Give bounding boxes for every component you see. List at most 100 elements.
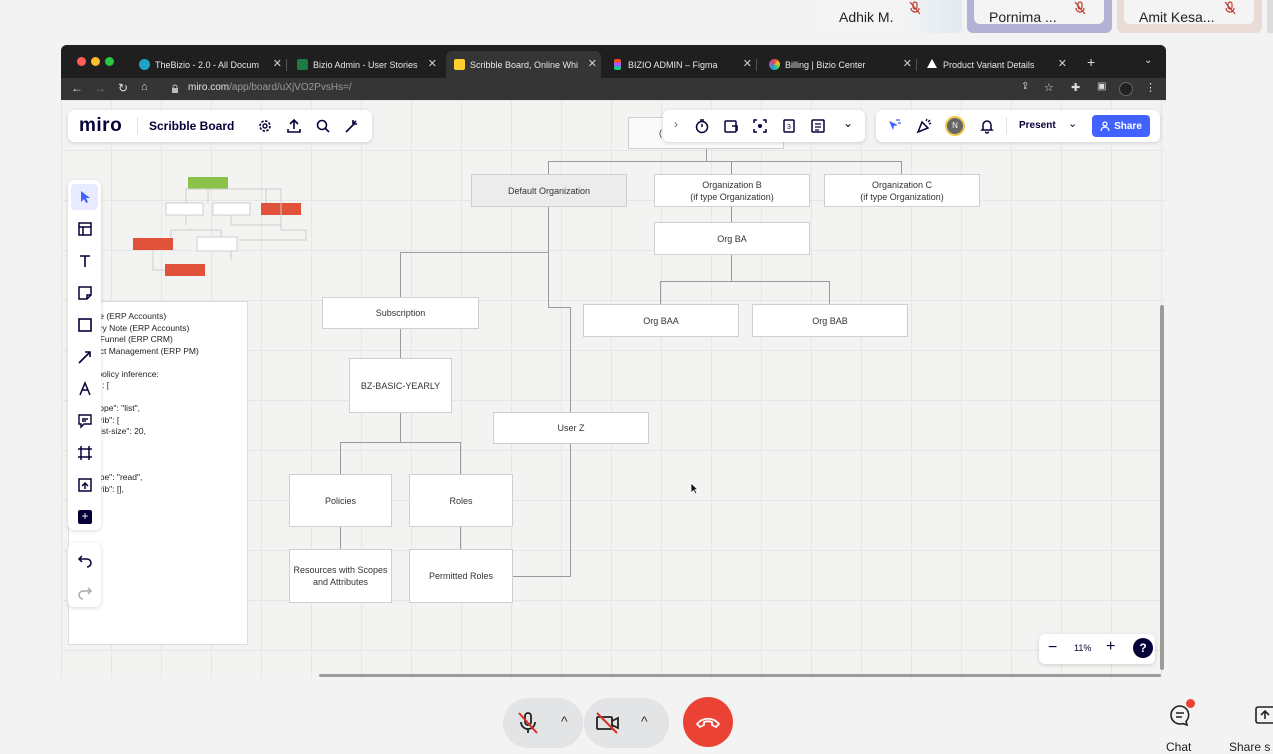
- close-tab-icon[interactable]: ✕: [903, 57, 912, 70]
- vertical-scrollbar[interactable]: [1160, 305, 1164, 670]
- diagram-node-resources[interactable]: Resources with Scopes and Attributes: [289, 549, 392, 603]
- diagram-node-subscription[interactable]: Subscription: [322, 297, 479, 329]
- diagram-node-user-z[interactable]: User Z: [493, 412, 649, 444]
- camera-options-chevron-icon[interactable]: ^: [641, 713, 648, 729]
- diagram-node-permitted-roles[interactable]: Permitted Roles: [409, 549, 513, 603]
- share-page-icon[interactable]: ⇪: [1021, 81, 1029, 92]
- help-button[interactable]: ?: [1133, 638, 1153, 658]
- present-button[interactable]: Present: [1019, 120, 1056, 131]
- comment-icon[interactable]: [77, 413, 93, 429]
- connector: [400, 413, 401, 443]
- notes-list-icon[interactable]: [810, 118, 826, 134]
- close-tab-icon[interactable]: ✕: [273, 57, 282, 70]
- zoom-in-button[interactable]: +: [1106, 638, 1115, 656]
- connector: [731, 207, 732, 222]
- reload-icon[interactable]: ↻: [118, 81, 128, 95]
- diagram-node-roles[interactable]: Roles: [409, 474, 513, 527]
- participant-tile[interactable]: Amit Kesa...: [1117, 0, 1262, 33]
- shape-tool-icon[interactable]: [77, 317, 93, 333]
- settings-gear-icon[interactable]: [257, 118, 273, 134]
- share-screen-icon[interactable]: [1255, 705, 1273, 725]
- browser-tab[interactable]: Billing | Bizio Center ✕: [761, 51, 917, 78]
- undo-icon[interactable]: [77, 552, 93, 568]
- node-label: Org BAB: [812, 315, 848, 326]
- redo-icon[interactable]: [77, 584, 93, 600]
- upload-file-icon[interactable]: [77, 477, 93, 493]
- forward-arrow-icon[interactable]: →: [94, 81, 106, 95]
- frame-tool-icon[interactable]: [77, 445, 93, 461]
- connection-line-icon[interactable]: [77, 349, 93, 365]
- card-counter-icon[interactable]: 3: [781, 118, 797, 134]
- celebrate-icon[interactable]: [916, 118, 932, 134]
- connector: [660, 281, 661, 304]
- extensions-puzzle-icon[interactable]: ✚: [1071, 81, 1080, 94]
- miro-board-canvas[interactable]: ( Default Organization Organization B (i…: [61, 100, 1166, 678]
- focus-frame-icon[interactable]: [752, 118, 768, 134]
- close-window-button[interactable]: [77, 57, 86, 66]
- chat-label[interactable]: Chat: [1166, 740, 1191, 754]
- expand-chevron-icon[interactable]: ›: [674, 117, 678, 131]
- close-tab-icon[interactable]: ✕: [588, 57, 597, 70]
- browser-tab-active[interactable]: Scribble Board, Online Whi ✕: [446, 51, 601, 78]
- connector: [340, 442, 461, 443]
- board-title[interactable]: Scribble Board: [149, 119, 234, 133]
- mic-options-chevron-icon[interactable]: ^: [561, 713, 568, 729]
- diagram-node-organization-c[interactable]: Organization C (if type Organization): [824, 174, 980, 207]
- diagram-node-policies[interactable]: Policies: [289, 474, 392, 527]
- user-avatar[interactable]: N: [945, 116, 965, 136]
- text-tool-icon[interactable]: [77, 253, 93, 269]
- sidebar-toggle-icon[interactable]: ▣: [1097, 81, 1106, 92]
- notifications-bell-icon[interactable]: [979, 118, 995, 134]
- voting-icon[interactable]: [723, 118, 739, 134]
- upload-icon[interactable]: [286, 118, 302, 134]
- pen-tool-icon[interactable]: [77, 381, 93, 397]
- browser-tab[interactable]: Bizio Admin - User Stories ✕: [289, 51, 441, 78]
- maximize-window-button[interactable]: [105, 57, 114, 66]
- browser-tab[interactable]: TheBizio - 2.0 - All Docum ✕: [131, 51, 287, 78]
- bookmark-star-icon[interactable]: ☆: [1044, 81, 1054, 94]
- profile-avatar-icon[interactable]: [1119, 82, 1133, 96]
- present-options-chevron-icon[interactable]: ⌄: [1068, 117, 1077, 130]
- horizontal-scrollbar[interactable]: [319, 674, 1161, 677]
- diagram-node-org-ba[interactable]: Org BA: [654, 222, 810, 255]
- new-tab-icon[interactable]: +: [1087, 54, 1095, 70]
- camera-off-icon[interactable]: [594, 710, 622, 736]
- diagram-node-organization-b[interactable]: Organization B (if type Organization): [654, 174, 810, 207]
- share-button[interactable]: Share: [1092, 115, 1150, 137]
- close-tab-icon[interactable]: ✕: [743, 57, 752, 70]
- sticky-note-icon[interactable]: [77, 285, 93, 301]
- minimize-window-button[interactable]: [91, 57, 100, 66]
- browser-menu-icon[interactable]: ⋮: [1145, 81, 1156, 94]
- diagram-node-default-organization[interactable]: Default Organization: [471, 174, 627, 207]
- templates-icon[interactable]: [77, 221, 93, 237]
- zoom-level[interactable]: 11%: [1074, 643, 1091, 653]
- close-tab-icon[interactable]: ✕: [1058, 57, 1067, 70]
- home-icon[interactable]: ⌂: [141, 81, 148, 93]
- diagram-node-org-baa[interactable]: Org BAA: [583, 304, 739, 337]
- node-label: Subscription: [375, 308, 426, 318]
- browser-tab[interactable]: BIZIO ADMIN – Figma ✕: [604, 51, 757, 78]
- figma-favicon-icon: [614, 59, 621, 70]
- muted-microphone-icon[interactable]: [515, 710, 541, 736]
- diagram-node-org-bab[interactable]: Org BAB: [752, 304, 908, 337]
- url-field[interactable]: miro.com/app/board/uXjVO2PvsHs=/: [188, 82, 352, 93]
- participant-tile[interactable]: Pornima ...: [967, 0, 1112, 33]
- back-arrow-icon[interactable]: ←: [71, 81, 83, 95]
- share-screen-label[interactable]: Share s: [1229, 740, 1270, 754]
- zoom-out-button[interactable]: −: [1048, 639, 1057, 657]
- search-icon[interactable]: [315, 118, 331, 134]
- more-apps-button[interactable]: +: [78, 510, 92, 524]
- magic-tools-icon[interactable]: [344, 118, 360, 134]
- close-tab-icon[interactable]: ✕: [428, 57, 437, 70]
- url-path: /app/board/uXjVO2PvsHs=/: [229, 82, 352, 93]
- connector: [548, 207, 549, 307]
- miro-logo[interactable]: miro: [79, 115, 122, 137]
- cursor-follow-icon[interactable]: [886, 118, 902, 134]
- timer-icon[interactable]: [694, 118, 710, 134]
- diagram-node-plan[interactable]: BZ-BASIC-YEARLY: [349, 358, 452, 413]
- tab-search-chevron-icon[interactable]: ⌄: [1144, 55, 1152, 66]
- participant-tile[interactable]: Adhik M.: [817, 0, 962, 33]
- select-cursor-icon[interactable]: [77, 189, 93, 205]
- more-chevron-icon[interactable]: ⌄: [843, 116, 853, 130]
- browser-tab[interactable]: Product Variant Details ✕: [919, 51, 1071, 78]
